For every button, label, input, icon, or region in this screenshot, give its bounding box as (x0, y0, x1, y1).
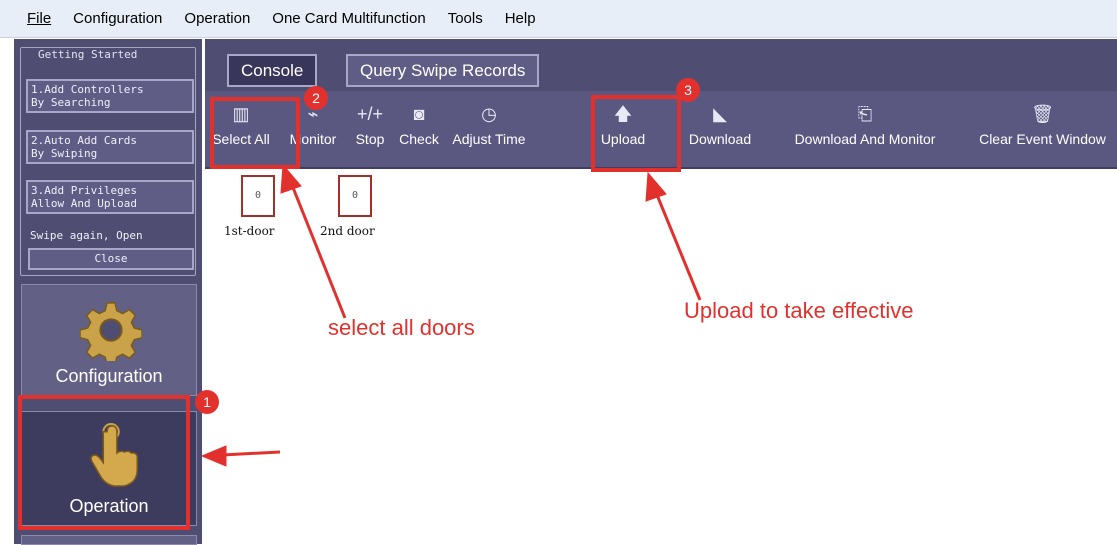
adjust-time-button[interactable]: ◷ Adjust Time (449, 101, 529, 161)
nav-configuration-label: Configuration (55, 366, 163, 386)
tab-console[interactable]: Console (227, 54, 318, 87)
stop-icon: +/+ (356, 104, 384, 124)
door-1-label: 1st-door (224, 224, 275, 238)
step-add-controllers-button[interactable]: 1.Add Controllers By Searching (26, 79, 194, 113)
stop-button[interactable]: +/+ Stop (350, 101, 390, 161)
menu-help[interactable]: Help (494, 10, 547, 27)
check-button[interactable]: ◙ Check (393, 101, 445, 161)
swipe-again-text: Swipe again, Open (30, 229, 143, 242)
adjust-time-label: Adjust Time (452, 131, 526, 147)
download-button[interactable]: ◣ Download (682, 101, 758, 161)
menu-file[interactable]: File (0, 10, 62, 27)
download-icon: ◣ (713, 104, 727, 124)
highlight-upload (591, 95, 681, 172)
annotation-select-all-doors: select all doors (328, 315, 475, 340)
highlight-operation (18, 395, 190, 530)
door-1-tile[interactable]: 0 (241, 175, 275, 217)
door-2-label: 2nd door (320, 224, 375, 238)
badge-step-1: 1 (195, 390, 219, 414)
step-add-privileges-button[interactable]: 3.Add Privileges Allow And Upload (26, 180, 194, 214)
stop-label: Stop (355, 131, 385, 147)
gear-icon (80, 302, 142, 361)
download-label: Download (688, 131, 752, 147)
clock-icon: ◷ (481, 104, 497, 124)
check-label: Check (399, 131, 439, 147)
close-button[interactable]: Close (28, 248, 194, 270)
download-and-monitor-button[interactable]: ⎗ Download And Monitor (774, 101, 956, 161)
menu-tools[interactable]: Tools (437, 10, 494, 27)
menu-one-card[interactable]: One Card Multifunction (261, 10, 436, 27)
badge-step-2: 2 (304, 86, 328, 110)
getting-started-title: Getting Started (35, 48, 141, 62)
download-and-monitor-label: Download And Monitor (794, 131, 936, 147)
clear-event-window-label: Clear Event Window (979, 131, 1106, 147)
door-2-tile[interactable]: 0 (338, 175, 372, 217)
download-monitor-icon: ⎗ (857, 104, 873, 124)
step-auto-add-cards-button[interactable]: 2.Auto Add Cards By Swiping (26, 130, 194, 164)
nav-configuration[interactable]: Configuration (21, 284, 197, 396)
annotation-upload-effective: Upload to take effective (684, 298, 914, 323)
menu-operation[interactable]: Operation (173, 10, 261, 27)
tab-query-swipe-records[interactable]: Query Swipe Records (346, 54, 540, 87)
clear-event-window-button[interactable]: 🗑 Clear Event Window (968, 101, 1117, 161)
menu-configuration[interactable]: Configuration (62, 10, 173, 27)
badge-step-3: 3 (676, 78, 700, 102)
tab-bar: Console Query Swipe Records (205, 39, 1117, 91)
highlight-select-all (210, 97, 300, 169)
trash-icon: 🗑 (1031, 104, 1054, 124)
menu-bar: File Configuration Operation One Card Mu… (0, 0, 1117, 38)
check-icon: ◙ (413, 104, 425, 124)
